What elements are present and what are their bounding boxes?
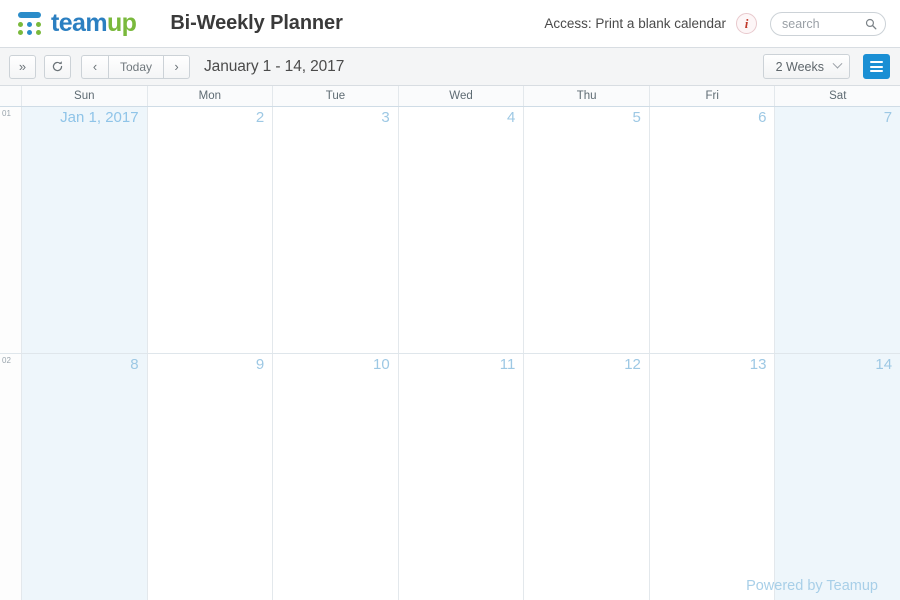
- logo-wordmark: teamup: [51, 9, 137, 37]
- day-cell[interactable]: 14: [775, 353, 900, 600]
- day-number-label: 8: [130, 355, 139, 373]
- day-number-label: 9: [255, 355, 265, 373]
- app-header: teamup Bi-Weekly Planner Access: Print a…: [0, 0, 900, 48]
- day-cell[interactable]: 6: [649, 107, 776, 353]
- calendar-grid: Sun Mon Tue Wed Thu Fri Sat 01 Jan 1, 201…: [0, 86, 900, 600]
- day-number-label: 2: [255, 109, 265, 126]
- day-number-label: 12: [624, 355, 641, 373]
- day-cell[interactable]: 5: [524, 107, 650, 353]
- date-range-label: January 1 - 14, 2017: [204, 57, 345, 75]
- day-header-tue: Tue: [273, 86, 399, 106]
- calendar-week-rows: 01 Jan 1, 2017 2 3 4 5 6 7 02 8 9 10 11 12 13 14: [0, 107, 900, 600]
- day-header-thu: Thu: [524, 86, 650, 106]
- day-header-fri: Fri: [649, 86, 776, 106]
- day-cell[interactable]: 13: [649, 353, 776, 600]
- day-cell[interactable]: 3: [273, 107, 399, 353]
- date-nav-group: ‹ Today ›: [81, 54, 191, 79]
- menu-button[interactable]: [863, 54, 890, 79]
- day-cell[interactable]: Jan 1, 2017: [22, 107, 148, 353]
- day-header-sun: Sun: [22, 86, 148, 106]
- list-menu-icon-line: [870, 65, 883, 68]
- access-label: Access: Print a blank calendar: [544, 16, 726, 31]
- week-number: 01: [0, 107, 22, 353]
- day-number-label: 3: [381, 109, 390, 126]
- day-number-label: 14: [875, 355, 893, 373]
- search-box[interactable]: [770, 11, 886, 36]
- calendar-week-row: 01 Jan 1, 2017 2 3 4 5 6 7: [0, 107, 900, 354]
- logo-word-team: team: [51, 9, 108, 37]
- info-icon[interactable]: i: [736, 13, 757, 34]
- day-number-label: Jan 1, 2017: [60, 109, 139, 126]
- day-cell[interactable]: 11: [398, 353, 525, 600]
- next-period-button[interactable]: ›: [163, 54, 191, 79]
- day-header-sat: Sat: [775, 86, 900, 106]
- day-header-mon: Mon: [147, 86, 274, 106]
- day-number-label: 6: [758, 109, 767, 126]
- refresh-icon: [52, 61, 63, 72]
- day-cell[interactable]: 4: [398, 107, 525, 353]
- teamup-logo-icon: [16, 11, 44, 37]
- day-cell[interactable]: 7: [775, 107, 900, 353]
- day-cell[interactable]: 8: [22, 353, 148, 600]
- list-menu-icon-line: [870, 61, 883, 63]
- day-cell[interactable]: 9: [147, 353, 274, 600]
- day-cell[interactable]: 10: [273, 353, 399, 600]
- calendar-toolbar: » ‹ Today › January 1 - 14, 2017 2 Weeks: [0, 48, 900, 86]
- calendar-week-row: 02 8 9 10 11 12 13 14: [0, 353, 900, 600]
- week-number: 02: [0, 353, 22, 600]
- day-header-wed: Wed: [398, 86, 525, 106]
- view-mode-select[interactable]: 2 Weeks: [762, 54, 850, 79]
- week-number-header-gutter: [0, 86, 22, 106]
- brand[interactable]: teamup: [16, 9, 137, 37]
- day-cell[interactable]: 12: [524, 353, 650, 600]
- list-menu-icon-line: [870, 70, 883, 72]
- day-number-label: 11: [499, 355, 516, 373]
- day-number-label: 10: [373, 355, 390, 373]
- day-cell[interactable]: 2: [147, 107, 274, 353]
- day-number-label: 7: [883, 109, 893, 126]
- today-button[interactable]: Today: [108, 54, 164, 79]
- header-right-group: Access: Print a blank calendar i: [544, 11, 886, 36]
- search-input[interactable]: [782, 16, 863, 31]
- view-mode-value: 2 Weeks: [775, 59, 824, 74]
- logo-word-up: up: [106, 9, 137, 37]
- teamup-calendar-app: teamup Bi-Weekly Planner Access: Print a…: [0, 0, 900, 600]
- expand-sidebar-button[interactable]: »: [9, 54, 36, 79]
- day-number-label: 13: [749, 355, 767, 373]
- prev-period-button[interactable]: ‹: [81, 54, 108, 79]
- day-number-label: 5: [632, 109, 641, 126]
- page-title: Bi-Weekly Planner: [170, 12, 343, 34]
- day-of-week-header-row: Sun Mon Tue Wed Thu Fri Sat: [0, 86, 900, 107]
- toolbar-right-group: 2 Weeks: [762, 54, 890, 79]
- chevron-down-icon: [832, 58, 843, 69]
- search-icon: [865, 18, 877, 29]
- day-number-label: 4: [506, 109, 516, 126]
- refresh-button[interactable]: [44, 54, 71, 79]
